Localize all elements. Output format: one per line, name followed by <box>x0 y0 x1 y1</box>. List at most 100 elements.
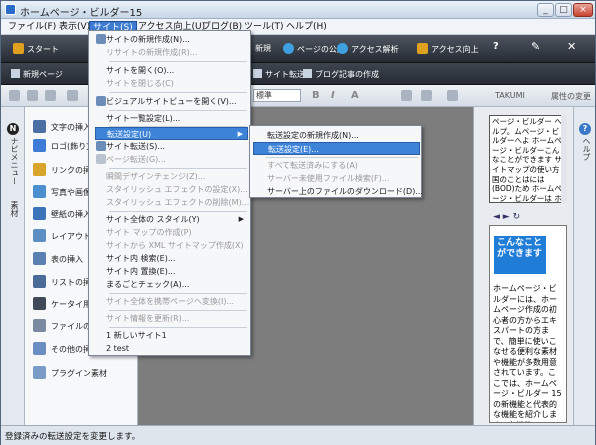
menu-item-page-transfer[interactable]: ページ転送(G)... <box>95 153 248 166</box>
color-button[interactable]: A <box>351 90 359 101</box>
help-heading: こんなことができます <box>494 236 546 274</box>
help-browser: こんなことができます ホームページ・ビルダーには、ホームページ作成の初心者の方か… <box>489 225 567 423</box>
tab-materials[interactable]: 素材 <box>6 201 20 217</box>
analysis-icon <box>337 43 348 54</box>
menu-item-xml-sitemap[interactable]: サイトから XML サイトマップ作成(X) <box>95 239 248 252</box>
new-partial-label: 新規 <box>255 44 271 53</box>
photo-icon <box>33 185 46 198</box>
site-menu-dropdown: サイトの新規作成(N)... リサイトの新規作成(R)... サイトを開く(O)… <box>88 30 251 356</box>
panel-item-table[interactable]: 表の挿入 <box>33 252 83 266</box>
list-icon <box>33 275 46 288</box>
forward-icon[interactable]: ► <box>503 212 510 222</box>
menu-separator <box>266 157 418 158</box>
menu-separator <box>109 327 247 328</box>
right-tab-strip: ? ヘルプ <box>573 107 595 425</box>
site-view-icon <box>96 96 106 106</box>
submenu-item-transfer-settings[interactable]: 転送設定(E)... <box>253 142 420 155</box>
menu-item-site-transfer[interactable]: サイト転送(S)... <box>95 140 248 153</box>
app-icon <box>5 4 16 15</box>
tab-help[interactable]: ヘルプ <box>578 137 592 161</box>
indent-icon[interactable] <box>447 90 458 101</box>
panel-item-plugin[interactable]: プラグイン素材 <box>33 366 107 380</box>
menu-item-new-site[interactable]: サイトの新規作成(N)... <box>95 33 248 46</box>
menu-item-site-style[interactable]: サイト全体の スタイル(Y) ▶ <box>95 213 248 226</box>
bold-button[interactable]: B <box>312 90 320 101</box>
submenu-item-unused-search[interactable]: サーバー未使用ファイル検索(F)... <box>253 172 420 185</box>
other-icon <box>33 342 46 355</box>
menu-item-update-info[interactable]: サイト情報を更新(R)... <box>95 312 248 325</box>
attribute-button[interactable]: 属性の変更 <box>551 91 591 102</box>
menu-item-site-list[interactable]: サイト一覧設定(L)... <box>95 112 248 125</box>
undo-icon[interactable] <box>67 90 78 101</box>
help-text-box: ページ・ビルダー ヘルプ。ムページ・ビルダーへよ ホームページ・ビルダーこんなこ… <box>489 115 567 203</box>
blog-post-button[interactable]: ブログ記事の作成 <box>303 69 379 80</box>
menu-item-visual-site-view[interactable]: ビジュアルサイトビューを開く(V)... <box>95 95 248 108</box>
menu-item-recent-1[interactable]: 1 新しいサイト1 <box>95 329 248 342</box>
menu-item-mobile-convert[interactable]: サイト全体を携帯ページへ変換(I)... <box>95 295 248 308</box>
minimize-button[interactable]: _ <box>537 3 554 17</box>
menu-separator <box>109 168 247 169</box>
menu-separator <box>109 293 247 294</box>
access-up-button[interactable]: アクセス向上 <box>417 43 479 55</box>
publish-button[interactable]: ページの公開 <box>283 43 345 55</box>
submenu-item-new-transfer[interactable]: 転送設定の新規作成(N)... <box>253 129 420 142</box>
menu-item-site-replace[interactable]: サイト内 置換(E)... <box>95 265 248 278</box>
menu-item-recent-2[interactable]: 2 test <box>95 342 248 355</box>
site-transfer-button[interactable]: サイト転送 <box>253 69 305 80</box>
maximize-button[interactable]: □ <box>555 3 572 17</box>
refresh-icon[interactable]: ↻ <box>513 212 521 222</box>
menu-item-site-search[interactable]: サイト内 検索(E)... <box>95 252 248 265</box>
help-scrollbar[interactable] <box>561 115 567 203</box>
font-select[interactable]: 標準 <box>253 89 301 102</box>
start-button[interactable]: スタート <box>13 43 59 55</box>
menu-file[interactable]: ファイル(F) <box>5 21 59 34</box>
page-transfer-icon <box>96 154 106 164</box>
panel-item-wallpaper[interactable]: 壁紙の挿入 <box>33 207 91 221</box>
menu-item-full-check[interactable]: まるごとチェック(A)... <box>95 278 248 291</box>
italic-button[interactable]: I <box>331 90 335 101</box>
close-panel-icon[interactable]: ✕ <box>567 40 576 53</box>
paste-icon[interactable] <box>45 90 56 101</box>
site-transfer-icon <box>96 141 106 151</box>
align-icon[interactable] <box>401 90 412 101</box>
menu-item-close-site[interactable]: サイトを閉じる(C) <box>95 77 248 90</box>
file-icon <box>33 319 46 332</box>
back-icon[interactable]: ◄ <box>493 212 500 222</box>
close-button[interactable]: × <box>573 3 593 17</box>
new-page-button[interactable]: 新規ページ <box>11 69 63 80</box>
menu-separator <box>109 211 247 212</box>
status-bar: 登録済みの転送設定を変更します。 <box>1 425 595 445</box>
status-text: 登録済みの転送設定を変更します。 <box>5 432 141 442</box>
link-icon <box>33 163 46 176</box>
submenu-item-mark-transferred[interactable]: すべて転送済みにする(A) <box>253 159 420 172</box>
list-format-icon[interactable] <box>421 90 432 101</box>
text-icon <box>33 120 46 133</box>
menu-item-open-site[interactable]: サイトを開く(O)... <box>95 64 248 77</box>
wrench-icon[interactable]: ✎ <box>531 40 540 53</box>
copy-icon[interactable] <box>27 90 38 101</box>
new-site-icon <box>96 34 106 44</box>
access-analysis-button[interactable]: アクセス解析 <box>337 43 399 55</box>
menu-item-transfer-settings[interactable]: 転送設定(U) ▶ <box>95 127 248 140</box>
submenu-item-download[interactable]: サーバー上のファイルのダウンロード(D)... <box>253 185 423 198</box>
menu-item-design-change[interactable]: 瞬間デザインチェンジ(Z)... <box>95 170 248 183</box>
transfer-icon <box>253 69 262 78</box>
menu-separator <box>109 310 247 311</box>
cut-icon[interactable] <box>9 90 20 101</box>
tab-navi-menu[interactable]: ナビメニュー <box>6 137 20 185</box>
menu-item-effect-delete[interactable]: スタイリッシュ エフェクトの削除(M)... <box>95 196 249 209</box>
menu-help[interactable]: ヘルプ(H) <box>283 21 330 34</box>
takumi-button[interactable]: TAKUMI <box>495 91 525 100</box>
help-icon[interactable]: ? <box>493 41 499 52</box>
help-body: ホームページ・ビルダーには、ホームページ作成の初心者の方からエキスパートの方まで… <box>493 284 562 422</box>
globe-icon <box>283 43 294 54</box>
application-window: ホームページ・ビルダー15 _ □ × ファイル(F) 表示(V) サイト(S)… <box>0 0 596 445</box>
arrow-up-icon <box>417 43 428 54</box>
menu-item-site-map[interactable]: サイト マップの作成(P) <box>95 226 248 239</box>
menu-item-effect-set[interactable]: スタイリッシュ エフェクトの設定(X)... <box>95 183 248 196</box>
plugin-icon <box>33 366 46 379</box>
layout-icon <box>33 229 46 242</box>
menu-item-new-resite[interactable]: リサイトの新規作成(R)... <box>95 46 248 59</box>
panel-item-text[interactable]: 文字の挿入 <box>33 120 91 134</box>
title-bar: ホームページ・ビルダー15 _ □ × <box>1 1 595 19</box>
